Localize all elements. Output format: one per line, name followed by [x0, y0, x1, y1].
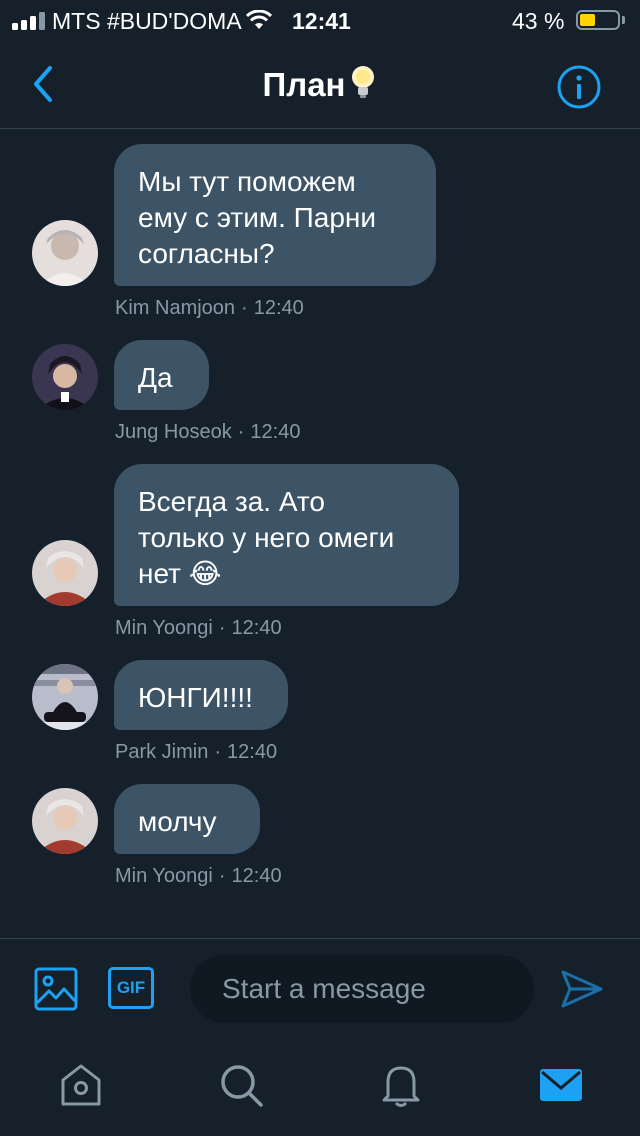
message-bubble[interactable]: Мы тут поможем ему с этим. Парни согласн…	[114, 144, 436, 286]
clock: 12:41	[292, 8, 351, 34]
message-line: нет 😂	[138, 558, 222, 589]
search-icon[interactable]	[216, 1060, 266, 1110]
title-text: План	[262, 66, 346, 103]
message-line: ЮНГИ!!!!	[138, 682, 253, 713]
message-bubble[interactable]: молчу	[114, 784, 260, 854]
message-item: Всегда за. Ато только у него омеги нет 😂…	[0, 464, 640, 644]
lightbulb-icon	[352, 66, 375, 98]
message-bubble[interactable]: Да	[114, 340, 209, 410]
message-meta: Min Yoongi · 12:40	[115, 617, 282, 639]
message-line: согласны?	[138, 238, 275, 269]
carrier-name: MTS #BUD'DOMA	[52, 8, 242, 34]
message-input[interactable]	[190, 955, 534, 1023]
message-line: только у него омеги	[138, 522, 395, 553]
bell-icon[interactable]	[376, 1060, 426, 1110]
send-icon[interactable]	[560, 969, 604, 1009]
message-line: Мы тут поможем	[138, 166, 356, 197]
info-icon[interactable]	[556, 64, 602, 110]
conversation-header: План	[0, 40, 640, 129]
conversation-title: План	[0, 64, 640, 104]
message-line: Да	[138, 362, 173, 393]
message-item: Да Jung Hoseok · 12:40	[0, 340, 640, 450]
battery-percent: 43 %	[512, 8, 565, 34]
signal-icon	[12, 12, 46, 30]
message-time: 12:40	[253, 297, 304, 319]
message-meta: Kim Namjoon · 12:40	[115, 297, 304, 319]
wifi-icon	[246, 10, 272, 29]
status-bar: MTS #BUD'DOMA 12:41 43 %	[0, 0, 640, 40]
avatar[interactable]	[32, 788, 98, 854]
message-line: ему с этим. Парни	[138, 202, 377, 233]
mail-icon[interactable]	[536, 1060, 586, 1110]
avatar[interactable]	[32, 344, 98, 410]
home-icon[interactable]	[56, 1060, 106, 1110]
avatar[interactable]	[32, 664, 98, 730]
message-item: молчу Min Yoongi · 12:40	[0, 784, 640, 894]
message-bubble[interactable]: Всегда за. Ато только у него омеги нет 😂	[114, 464, 459, 606]
author-name: Jung Hoseok	[115, 421, 232, 443]
tab-bar	[0, 1040, 640, 1136]
message-line: Всегда за. Ато	[138, 486, 326, 517]
message-time: 12:40	[231, 617, 282, 639]
message-meta: Park Jimin · 12:40	[115, 741, 278, 763]
author-name: Min Yoongi	[115, 865, 213, 887]
message-time: 12:40	[227, 741, 278, 763]
image-icon[interactable]	[34, 967, 78, 1011]
battery-icon	[576, 10, 620, 30]
author-name: Park Jimin	[115, 741, 209, 763]
laughing-emoji: 😂	[188, 558, 222, 589]
avatar[interactable]	[32, 540, 98, 606]
avatar[interactable]	[32, 220, 98, 286]
message-meta: Min Yoongi · 12:40	[115, 865, 282, 887]
message-bubble[interactable]: ЮНГИ!!!!	[114, 660, 288, 730]
message-item: ЮНГИ!!!! Park Jimin · 12:40	[0, 660, 640, 770]
message-meta: Jung Hoseok · 12:40	[115, 421, 301, 443]
message-time: 12:40	[231, 865, 282, 887]
author-name: Min Yoongi	[115, 617, 213, 639]
message-composer: GIF	[0, 938, 640, 1041]
gif-button[interactable]: GIF	[108, 967, 154, 1009]
message-line: молчу	[138, 806, 217, 837]
author-name: Kim Namjoon	[115, 297, 236, 319]
message-item: Мы тут поможем ему с этим. Парни согласн…	[0, 144, 640, 324]
message-time: 12:40	[250, 421, 301, 443]
